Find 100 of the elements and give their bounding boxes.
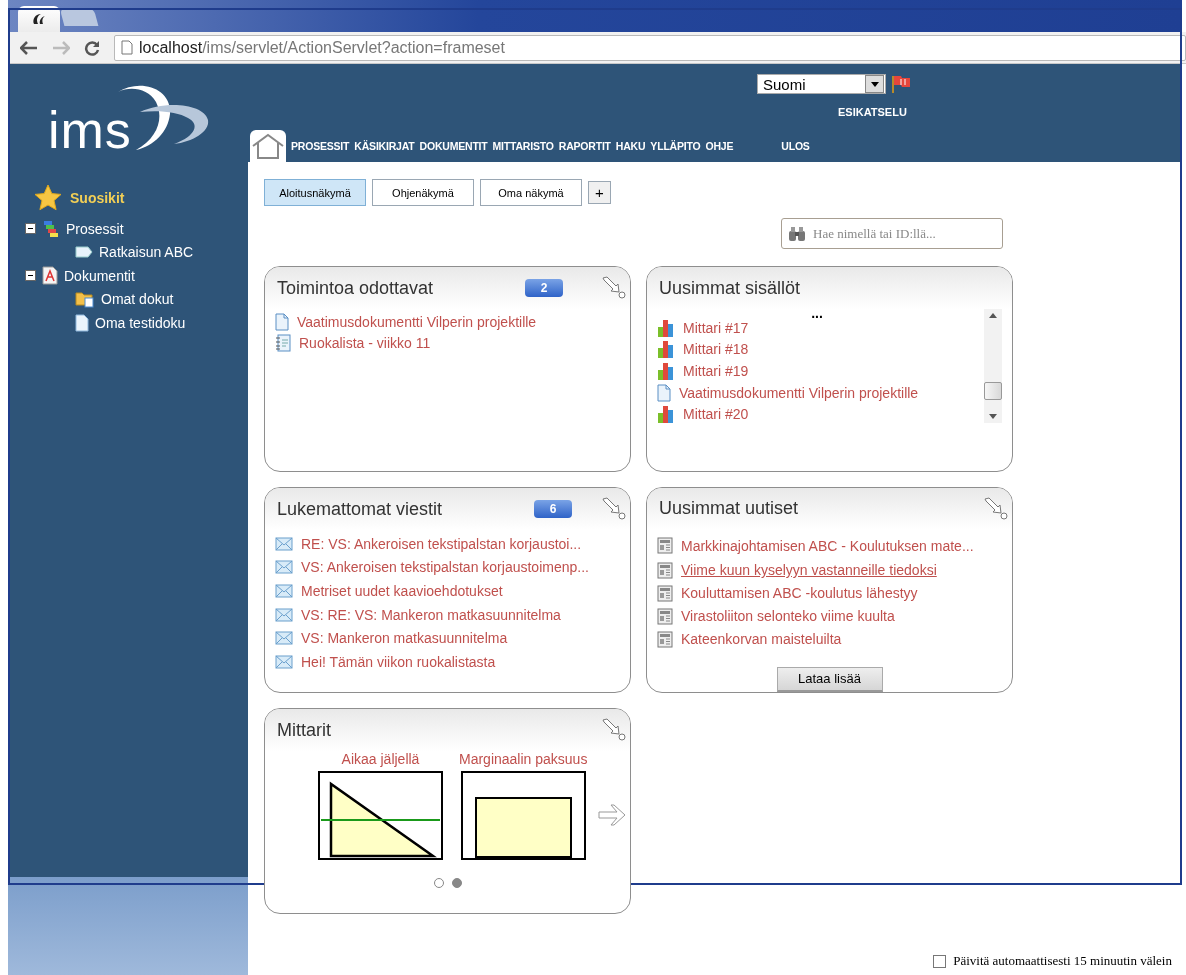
nav-item[interactable]: YLLÄPITO (650, 140, 701, 152)
newspaper-icon (657, 537, 673, 555)
item-link[interactable]: Ruokalista - viikko 11 (299, 335, 431, 352)
expand-icon[interactable] (600, 496, 626, 520)
page-dot[interactable] (451, 878, 462, 888)
gauge-title: Aikaa jäljellä (341, 751, 420, 767)
bar-chart-icon (657, 405, 675, 424)
house-icon (251, 133, 285, 159)
newspaper-icon (657, 607, 673, 625)
expand-icon[interactable] (600, 275, 626, 299)
add-view-button[interactable]: + (588, 181, 611, 204)
back-icon[interactable] (20, 40, 38, 55)
document-icon (75, 313, 89, 332)
page-dot[interactable] (433, 878, 444, 888)
nav-item[interactable]: DOKUMENTIT (419, 140, 488, 152)
envelope-icon (275, 584, 293, 598)
item-link[interactable]: RE: VS: Ankeroisen tekstipalstan korjaustoi... (301, 535, 582, 552)
url-host: localhost (139, 38, 203, 56)
checkbox-label: Päivitä automaattisesti 15 minuutin välein (953, 953, 1172, 969)
folder-icon (75, 290, 95, 309)
expand-icon[interactable] (600, 717, 626, 741)
collapse-toggle[interactable] (25, 270, 36, 282)
url-field[interactable]: localhost/ims/servlet/ActionServlet?action=frameset (114, 34, 1186, 61)
news-link[interactable]: Kouluttamisen ABC -koulutus lähestyy (681, 585, 918, 602)
count-badge: 2 (525, 279, 564, 297)
item-link[interactable]: VS: RE: VS: Mankeron matkasuunnitelma (301, 606, 561, 623)
envelope-icon (275, 631, 293, 646)
news-link[interactable]: Kateenkorvan maisteluilta (681, 631, 842, 648)
card-title: Toimintoa odottavat (277, 277, 434, 299)
bar-chart-icon (657, 318, 675, 337)
newspaper-icon (657, 630, 673, 648)
card-title: Uusimmat uutiset (659, 497, 799, 519)
tree-item[interactable]: Oma testidoku (95, 314, 186, 331)
favorites-title: Suosikit (70, 189, 125, 206)
nav-item[interactable]: RAPORTIT (558, 140, 611, 152)
pdf-document-icon (42, 266, 58, 286)
item-link[interactable]: Mittari #18 (683, 341, 749, 358)
caret-icon (865, 75, 884, 93)
newspaper-icon (657, 584, 673, 602)
item-link[interactable]: VS: Ankeroisen tekstipalstan korjaustoimenp... (301, 559, 589, 576)
nav-item[interactable]: MITTARISTO (492, 140, 554, 152)
envelope-icon (275, 536, 293, 551)
scroll-down-icon[interactable] (989, 414, 997, 419)
url-path: /ims/servlet/ActionServlet?action=frameset (202, 38, 505, 56)
load-more-button[interactable]: Lataa lisää (776, 666, 883, 692)
item-link[interactable]: Mittari #17 (683, 319, 749, 336)
checkbox[interactable] (933, 954, 947, 968)
item-link[interactable]: Metriset uudet kaavioehdotukset (301, 583, 503, 599)
view-tab[interactable]: Aloitusnäkymä (264, 179, 366, 206)
item-link[interactable]: Mittari #19 (683, 363, 749, 379)
view-tab[interactable]: Oma näkymä (480, 179, 582, 206)
preview-link[interactable]: ESIKATSELU (838, 106, 1180, 120)
card-title: Uusimmat sisällöt (659, 277, 801, 299)
star-icon (34, 184, 62, 211)
scroll-thumb[interactable] (984, 382, 1002, 400)
scroll-up-icon[interactable] (989, 313, 997, 318)
tag-icon (75, 246, 93, 259)
more-indicator: ... (810, 309, 824, 317)
tree-item[interactable]: Omat dokut (101, 291, 174, 308)
expand-icon[interactable] (982, 496, 1008, 520)
home-tab[interactable] (250, 130, 286, 162)
colored-tags-icon (42, 219, 60, 238)
nav-item[interactable]: HAKU (615, 140, 646, 152)
browser-tab[interactable] (18, 6, 60, 32)
logo-text: ims (48, 104, 132, 156)
envelope-icon (275, 654, 293, 669)
scrollbar[interactable] (984, 309, 1002, 423)
reload-icon[interactable] (84, 39, 100, 56)
news-link[interactable]: Viime kuun kyselyyn vastanneille tiedoksi (681, 562, 937, 579)
card-title: Mittarit (277, 719, 331, 741)
count-badge: 6 (534, 500, 573, 518)
nav-item[interactable]: OHJE (705, 140, 734, 152)
binoculars-icon (788, 226, 806, 242)
flag-icon[interactable] (891, 75, 911, 93)
envelope-icon (275, 607, 293, 622)
news-link[interactable]: Markkinajohtamisen ABC - Koulutuksen mate... (681, 537, 974, 554)
document-icon (657, 383, 671, 402)
bar-chart-icon (657, 340, 675, 359)
collapse-toggle[interactable] (25, 223, 36, 235)
item-link[interactable]: Vaatimusdokumentti Vilperin projektille (297, 313, 537, 330)
gauge-title: Marginaalin paksuus (459, 751, 588, 767)
language-select[interactable]: Suomi (757, 74, 886, 94)
envelope-icon (275, 560, 293, 575)
news-link[interactable]: Virastoliiton selonteko viime kuulta (681, 608, 895, 625)
logout-link[interactable]: ULOS (781, 140, 810, 152)
card-title: Lukemattomat viestit (277, 498, 443, 520)
search-field[interactable]: Hae nimellä tai ID:llä... (781, 218, 1003, 249)
item-link[interactable]: Vaatimusdokumentti Vilperin projektille (679, 384, 919, 401)
bar-chart-icon (657, 362, 675, 380)
tree-item[interactable]: Ratkaisun ABC (99, 244, 194, 261)
nav-item[interactable]: KÄSIKIRJAT (354, 140, 415, 152)
tree-item[interactable]: Dokumentit (64, 267, 135, 284)
page-icon (121, 40, 133, 55)
nav-item[interactable]: PROSESSIT (291, 140, 350, 152)
tree-item[interactable]: Prosessit (66, 220, 124, 237)
notebook-icon (275, 334, 291, 353)
view-tab[interactable]: Ohjenäkymä (372, 179, 474, 206)
item-link[interactable]: Hei! Tämän viikon ruokalistasta (301, 653, 496, 670)
item-link[interactable]: Mittari #20 (683, 406, 749, 423)
item-link[interactable]: VS: Mankeron matkasuunnitelma (301, 630, 508, 647)
